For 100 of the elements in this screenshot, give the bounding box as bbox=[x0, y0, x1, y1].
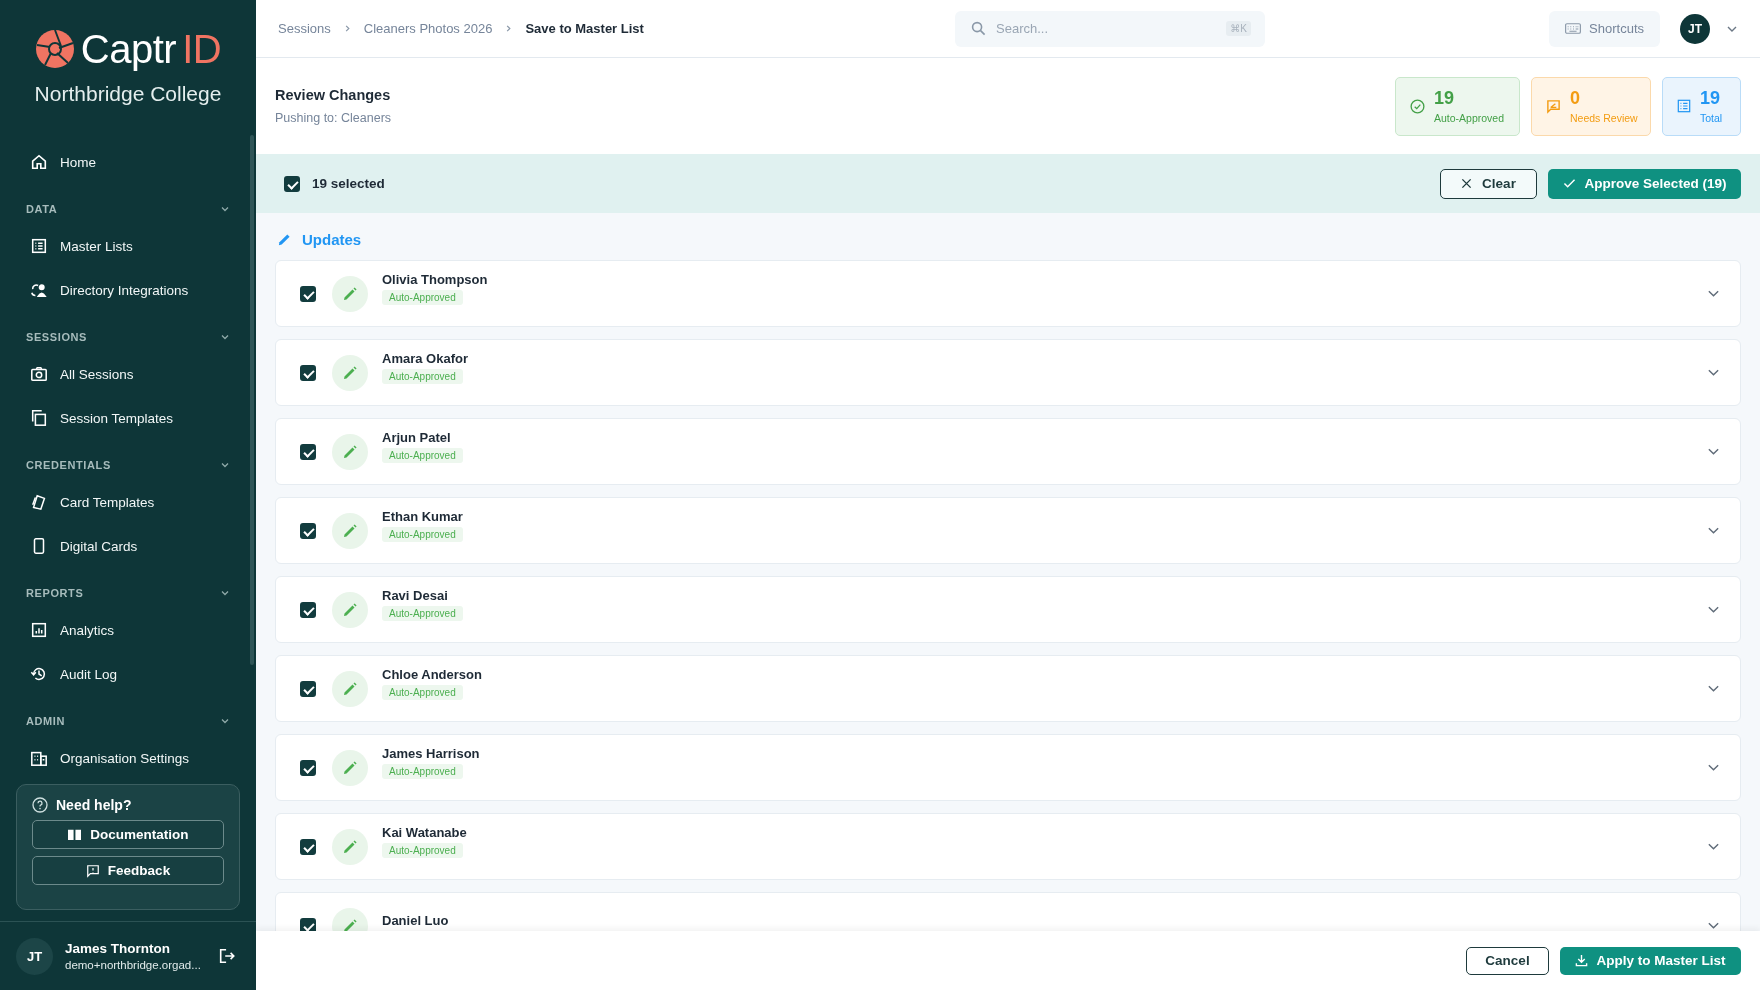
book-icon bbox=[67, 828, 83, 841]
section-header[interactable]: REPORTS bbox=[0, 578, 256, 608]
update-row[interactable]: Ethan Kumar Auto-Approved bbox=[275, 497, 1741, 564]
shortcuts-button[interactable]: Shortcuts bbox=[1549, 10, 1660, 47]
user-name: James Thornton bbox=[65, 941, 171, 956]
breadcrumb[interactable]: Sessions bbox=[278, 21, 331, 36]
section-header[interactable]: SESSIONS bbox=[0, 322, 256, 352]
status-badge: Auto-Approved bbox=[382, 290, 463, 305]
user-avatar[interactable]: JT bbox=[1680, 13, 1710, 44]
apply-button[interactable]: Apply to Master List bbox=[1560, 946, 1741, 975]
stat-value: 0 bbox=[1570, 88, 1581, 109]
cancel-button[interactable]: Cancel bbox=[1466, 946, 1549, 975]
stat-value: 19 bbox=[1700, 88, 1722, 109]
section-header[interactable]: CREDENTIALS bbox=[0, 450, 256, 480]
person-name: Daniel Luo bbox=[382, 913, 449, 928]
row-checkbox[interactable] bbox=[300, 917, 316, 931]
nav-item[interactable]: Analytics bbox=[0, 608, 244, 652]
status-badge: Auto-Approved bbox=[382, 764, 463, 779]
row-checkbox[interactable] bbox=[300, 601, 316, 618]
aperture-logo-icon bbox=[34, 29, 75, 69]
row-checkbox[interactable] bbox=[300, 680, 316, 697]
pencil-icon bbox=[332, 354, 368, 391]
comment-icon bbox=[1546, 98, 1561, 114]
logout-icon[interactable] bbox=[218, 947, 236, 965]
status-badge: Auto-Approved bbox=[382, 448, 463, 463]
select-all-checkbox[interactable] bbox=[284, 175, 300, 192]
row-checkbox[interactable] bbox=[300, 838, 316, 855]
page-title: Review Changes bbox=[275, 87, 392, 103]
person-name: James Harrison bbox=[382, 746, 480, 761]
nav-item[interactable]: Audit Log bbox=[0, 652, 244, 696]
update-row[interactable]: Chloe Anderson Auto-Approved bbox=[275, 655, 1741, 722]
search-icon bbox=[971, 20, 986, 36]
row-checkbox[interactable] bbox=[300, 522, 316, 539]
page-subtitle: Pushing to: Cleaners bbox=[275, 111, 392, 125]
nav-item[interactable]: Master Lists bbox=[0, 224, 244, 268]
row-checkbox[interactable] bbox=[300, 759, 316, 776]
check-circle-icon bbox=[1410, 98, 1425, 114]
pencil-icon bbox=[332, 749, 368, 786]
documentation-button[interactable]: Documentation bbox=[32, 820, 224, 849]
pencil-icon bbox=[332, 275, 368, 312]
camera-icon bbox=[30, 365, 48, 383]
nav-item[interactable]: Directory Integrations bbox=[0, 268, 244, 312]
feedback-button[interactable]: Feedback bbox=[32, 856, 224, 885]
chevron-down-icon bbox=[220, 588, 230, 598]
status-badge: Auto-Approved bbox=[382, 843, 463, 858]
history-icon bbox=[30, 665, 48, 683]
person-name: Ethan Kumar bbox=[382, 509, 463, 524]
person-name: Ravi Desai bbox=[382, 588, 448, 603]
scrollbar[interactable] bbox=[250, 135, 254, 665]
chevron-down-icon bbox=[220, 460, 230, 470]
pencil-icon bbox=[332, 591, 368, 628]
section-header[interactable]: ADMIN bbox=[0, 706, 256, 736]
building-icon bbox=[30, 749, 48, 767]
person-name: Arjun Patel bbox=[382, 430, 451, 445]
keyboard-icon bbox=[1565, 23, 1582, 34]
check-icon bbox=[1562, 178, 1576, 189]
status-badge: Auto-Approved bbox=[382, 369, 463, 384]
logo-wordmark: Captr ID bbox=[80, 26, 222, 72]
stat-label: Needs Review bbox=[1570, 112, 1638, 124]
update-row[interactable]: Arjun Patel Auto-Approved bbox=[275, 418, 1741, 485]
section-header[interactable]: DATA bbox=[0, 194, 256, 224]
selected-count: 19 selected bbox=[312, 176, 385, 191]
pencil-icon bbox=[332, 828, 368, 865]
nav-item[interactable]: Session Templates bbox=[0, 396, 244, 440]
clear-button[interactable]: Clear bbox=[1440, 168, 1537, 199]
update-row[interactable]: Kai Watanabe Auto-Approved bbox=[275, 813, 1741, 880]
stat-label: Total bbox=[1700, 112, 1723, 124]
pencil-icon bbox=[332, 512, 368, 549]
person-name: Amara Okafor bbox=[382, 351, 468, 366]
status-badge: Auto-Approved bbox=[382, 685, 463, 700]
update-row[interactable]: Daniel Luo bbox=[275, 892, 1741, 931]
pencil-icon bbox=[332, 670, 368, 707]
breadcrumb: Save to Master List bbox=[525, 21, 644, 36]
row-checkbox[interactable] bbox=[300, 285, 316, 302]
status-badge: Auto-Approved bbox=[382, 606, 463, 621]
list-icon bbox=[30, 237, 48, 255]
feedback-icon bbox=[85, 863, 100, 878]
home-icon bbox=[30, 153, 48, 171]
row-checkbox[interactable] bbox=[300, 443, 316, 460]
question-icon bbox=[32, 797, 48, 813]
user-email: demo+northbridge.orgad... bbox=[65, 959, 202, 971]
update-row[interactable]: James Harrison Auto-Approved bbox=[275, 734, 1741, 801]
nav-item[interactable]: Digital Cards bbox=[0, 524, 244, 568]
update-row[interactable]: Olivia Thompson Auto-Approved bbox=[275, 260, 1741, 327]
breadcrumb[interactable]: Cleaners Photos 2026 bbox=[363, 21, 493, 36]
nav-item[interactable]: All Sessions bbox=[0, 352, 244, 396]
person-sync-icon bbox=[30, 281, 48, 299]
user-avatar[interactable]: JT bbox=[16, 937, 53, 975]
approve-selected-button[interactable]: Approve Selected (19) bbox=[1548, 168, 1741, 199]
section-title: Updates bbox=[302, 230, 362, 248]
nav-item[interactable]: Organisation Settings bbox=[0, 736, 244, 780]
person-name: Kai Watanabe bbox=[382, 825, 467, 840]
cards-icon bbox=[30, 493, 48, 511]
update-row[interactable]: Amara Okafor Auto-Approved bbox=[275, 339, 1741, 406]
chevron-down-icon bbox=[220, 204, 230, 214]
chevron-down-icon bbox=[220, 716, 230, 726]
row-checkbox[interactable] bbox=[300, 364, 316, 381]
update-row[interactable]: Ravi Desai Auto-Approved bbox=[275, 576, 1741, 643]
nav-item[interactable]: Card Templates bbox=[0, 480, 244, 524]
nav-item[interactable]: Home bbox=[0, 140, 244, 184]
